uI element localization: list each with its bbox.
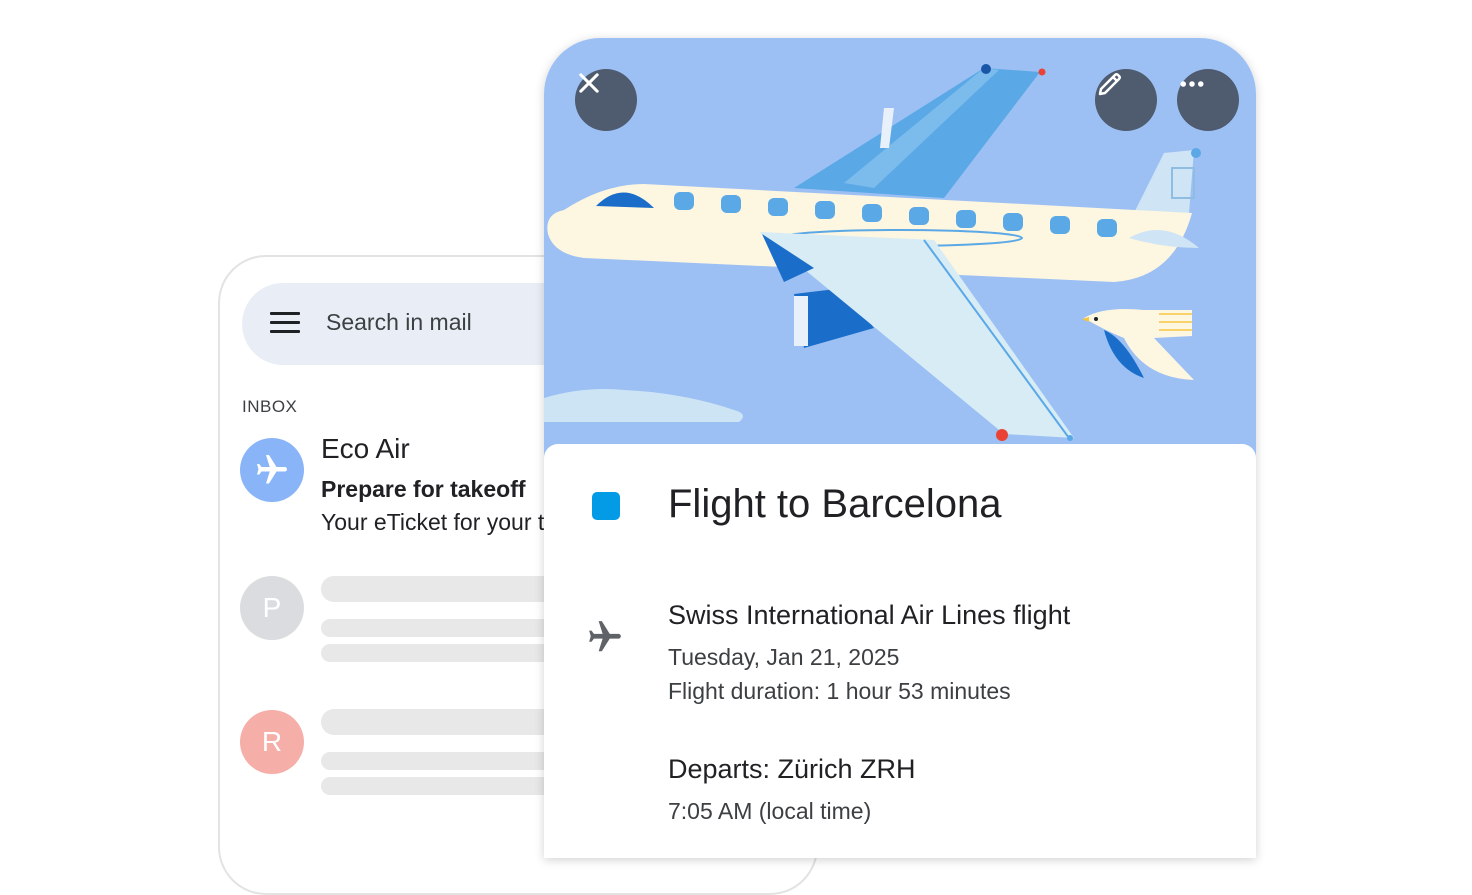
hamburger-menu-icon[interactable] — [270, 312, 300, 336]
avatar: P — [240, 576, 304, 640]
event-title: Flight to Barcelona — [668, 482, 1002, 526]
flight-date: Tuesday, Jan 21, 2025 — [668, 644, 900, 670]
edit-button[interactable] — [1095, 69, 1157, 131]
snippet-text: Your eTicket for your t — [321, 509, 545, 535]
more-horizontal-icon — [1180, 81, 1204, 87]
subject-line: Prepare for takeoff — [321, 476, 526, 502]
pencil-icon — [1098, 73, 1121, 96]
airline-name: Swiss International Air Lines flight — [668, 600, 1071, 630]
avatar — [240, 438, 304, 502]
search-input[interactable]: Search in mail — [326, 309, 472, 336]
flight-duration: Flight duration: 1 hour 53 minutes — [668, 678, 1011, 704]
event-color-chip — [592, 492, 620, 520]
airplane-icon — [257, 455, 287, 484]
close-icon — [579, 73, 599, 93]
flight-illustration — [544, 38, 1256, 458]
inbox-label: INBOX — [242, 397, 298, 416]
event-details: Flight to Barcelona Swiss International … — [544, 444, 1256, 858]
airplane-icon — [586, 618, 624, 661]
more-options-button[interactable] — [1177, 69, 1239, 131]
departure-airport: Departs: Zürich ZRH — [668, 754, 916, 784]
departure-time: 7:05 AM (local time) — [668, 798, 872, 824]
close-button[interactable] — [575, 69, 637, 131]
event-detail-card: Flight to Barcelona Swiss International … — [544, 38, 1256, 858]
avatar: R — [240, 710, 304, 774]
sender-name: Eco Air — [321, 433, 410, 464]
